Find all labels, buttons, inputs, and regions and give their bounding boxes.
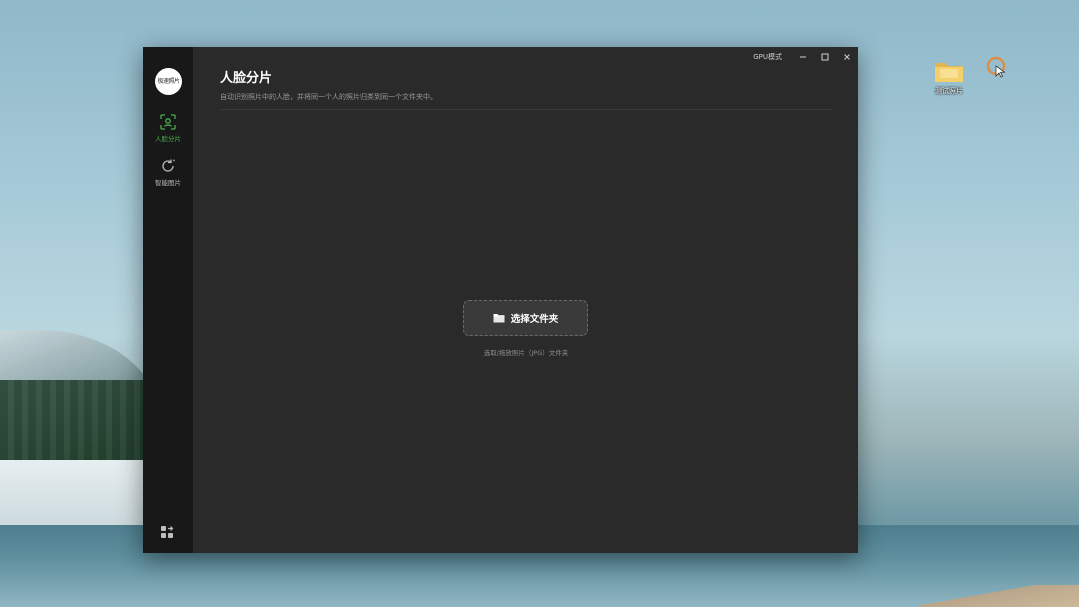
maximize-icon	[821, 53, 829, 61]
sidebar: 极速照片 人脸分片 智能图片	[143, 47, 193, 553]
select-folder-label: 选择文件夹	[510, 314, 559, 325]
face-scan-icon	[160, 114, 176, 130]
desktop-icon-label: 测试照片	[935, 87, 963, 95]
sidebar-item-label: 人脸分片	[155, 135, 181, 143]
page-title: 人脸分片	[220, 71, 273, 86]
sidebar-item-smart-image[interactable]: 智能图片	[143, 158, 193, 187]
maximize-button[interactable]	[814, 47, 836, 67]
select-folder-hint: 选取/拖放照片（JPG）文件夹	[483, 349, 569, 357]
desktop-wallpaper-grass	[919, 585, 1079, 607]
apps-grid-icon[interactable]	[160, 525, 174, 539]
smart-refresh-icon	[162, 159, 175, 172]
app-window: 极速照片 人脸分片 智能图片 GPU模式 人脸分片 自动识别照片中的人脸，并将同…	[143, 47, 858, 553]
desktop-wallpaper-shore	[0, 460, 150, 530]
desktop-folder-test-photos[interactable]: 测试照片	[928, 58, 970, 96]
sidebar-item-label: 智能图片	[155, 179, 181, 187]
busy-cursor-icon	[986, 56, 1006, 78]
folder-icon	[935, 63, 963, 82]
close-button[interactable]	[836, 47, 858, 67]
select-folder-button[interactable]: 选择文件夹	[463, 300, 588, 336]
minimize-button[interactable]	[792, 47, 814, 67]
minimize-icon	[800, 56, 806, 58]
folder-open-icon	[493, 314, 505, 323]
header-divider	[220, 109, 832, 110]
page-subtitle: 自动识别照片中的人脸，并将同一个人的照片归类到同一个文件夹中。	[220, 93, 437, 101]
titlebar-controls: GPU模式	[753, 47, 858, 67]
close-icon	[844, 54, 850, 60]
desktop-wallpaper-trees	[0, 380, 150, 460]
gpu-mode-toggle[interactable]: GPU模式	[753, 52, 782, 62]
sidebar-item-face-split[interactable]: 人脸分片	[143, 114, 193, 143]
app-logo: 极速照片	[155, 68, 182, 95]
